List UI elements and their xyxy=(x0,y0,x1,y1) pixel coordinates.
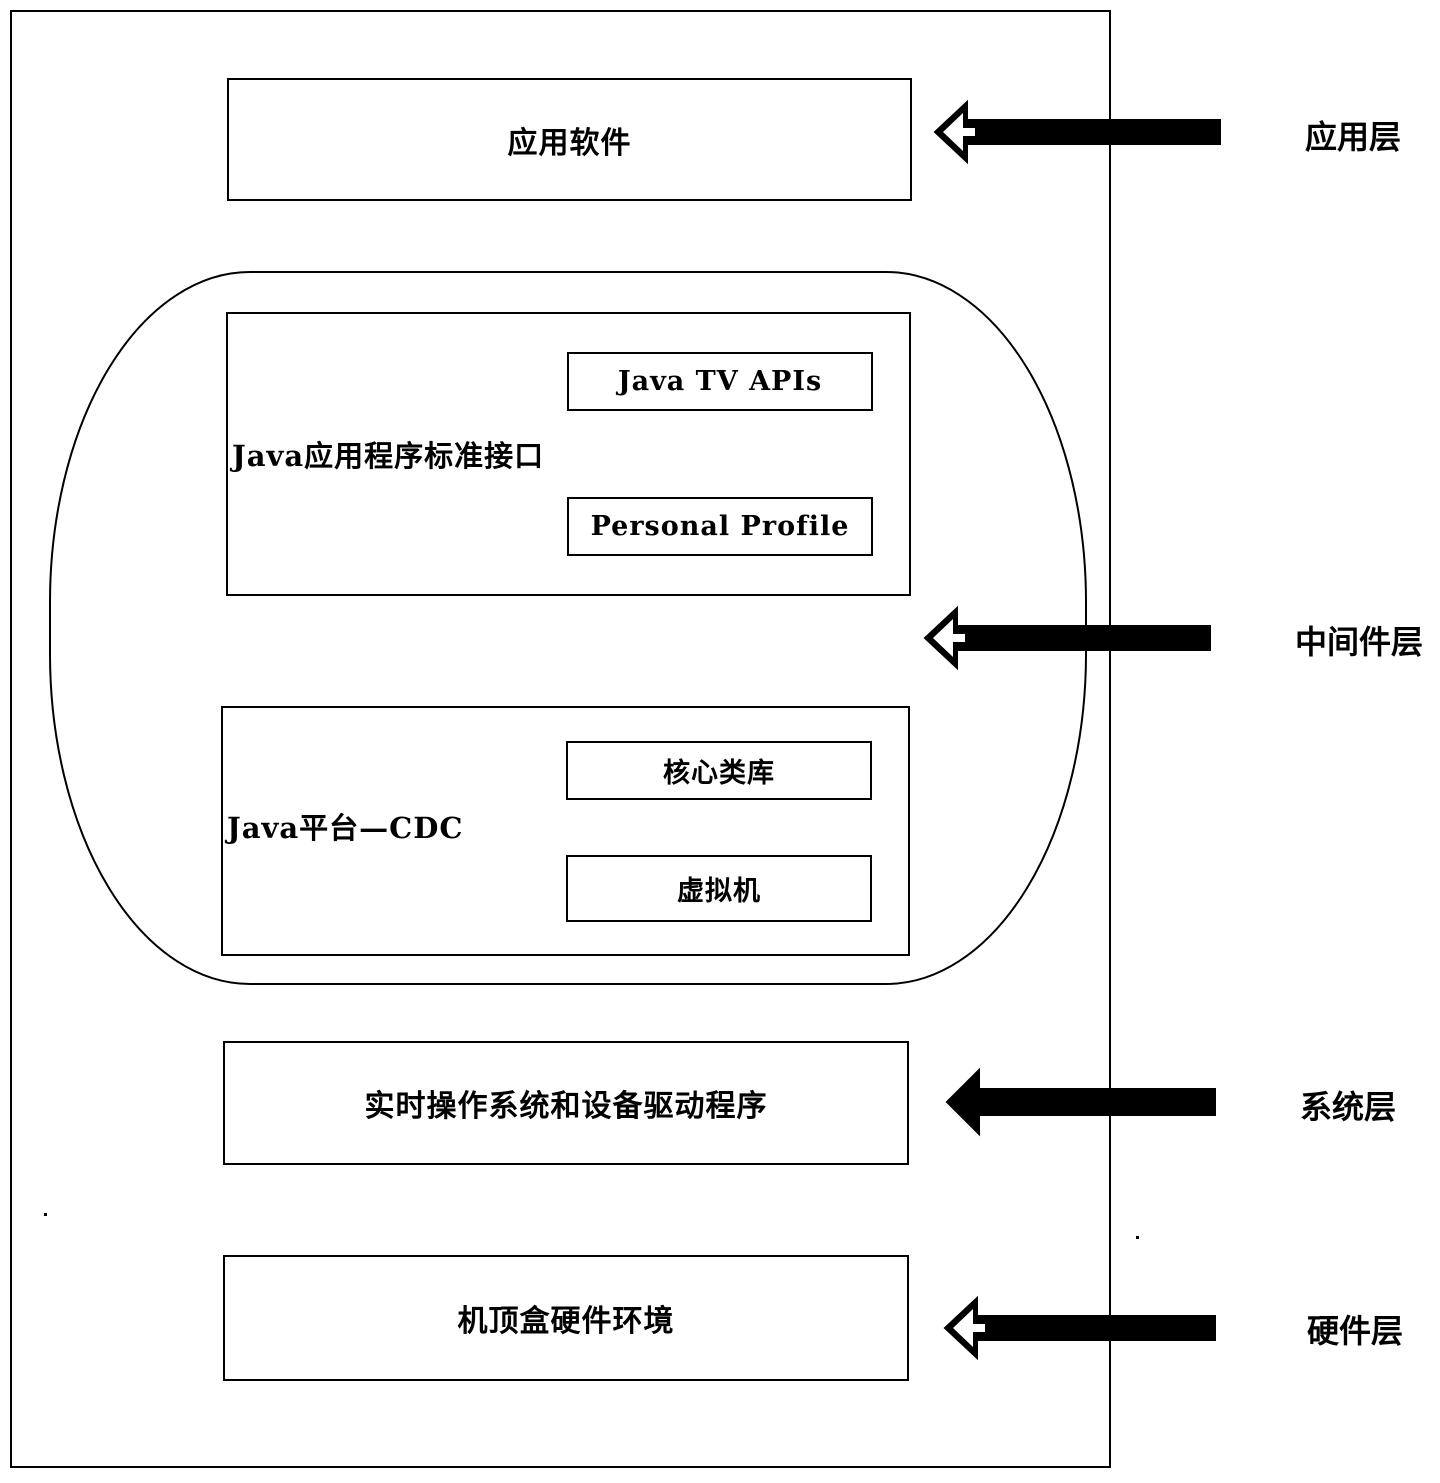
arrow-hardware xyxy=(943,1295,1216,1361)
layer-label-hardware: 硬件层 xyxy=(1307,1312,1404,1350)
java-app-interface-label: Java应用程序标准接口 xyxy=(232,439,545,473)
arrow-middleware-shape xyxy=(923,605,1211,671)
rtos-drivers-label: 实时操作系统和设备驱动程序 xyxy=(364,1089,768,1124)
virtual-machine-label: 虚拟机 xyxy=(677,876,761,907)
core-library-label: 核心类库 xyxy=(663,758,775,789)
rtos-drivers-box: 实时操作系统和设备驱动程序 xyxy=(223,1041,909,1165)
arrow-application xyxy=(933,99,1221,165)
layer-label-system: 系统层 xyxy=(1300,1088,1397,1126)
arrow-system-shape xyxy=(945,1067,1216,1137)
java-tv-apis-box: Java TV APIs xyxy=(567,352,873,411)
java-tv-apis-label: Java TV APIs xyxy=(617,366,823,397)
stray-dot xyxy=(1136,1236,1139,1239)
java-platform-cdc-label: Java平台—CDC xyxy=(227,811,464,845)
arrow-system xyxy=(945,1067,1216,1137)
layer-label-middleware: 中间件层 xyxy=(1295,623,1424,661)
arrow-middleware xyxy=(923,605,1211,671)
application-software-box: 应用软件 xyxy=(227,78,912,201)
arrow-application-shape xyxy=(933,99,1221,165)
layer-label-application: 应用层 xyxy=(1305,118,1402,156)
personal-profile-box: Personal Profile xyxy=(567,497,873,556)
core-library-box: 核心类库 xyxy=(566,741,872,800)
stb-hardware-box: 机顶盒硬件环境 xyxy=(223,1255,909,1381)
stray-dot xyxy=(44,1213,47,1216)
personal-profile-label: Personal Profile xyxy=(590,511,850,542)
stb-hardware-label: 机顶盒硬件环境 xyxy=(457,1304,675,1339)
virtual-machine-box: 虚拟机 xyxy=(566,855,872,922)
arrow-hardware-shape xyxy=(943,1295,1216,1361)
application-software-label: 应用软件 xyxy=(507,125,632,161)
